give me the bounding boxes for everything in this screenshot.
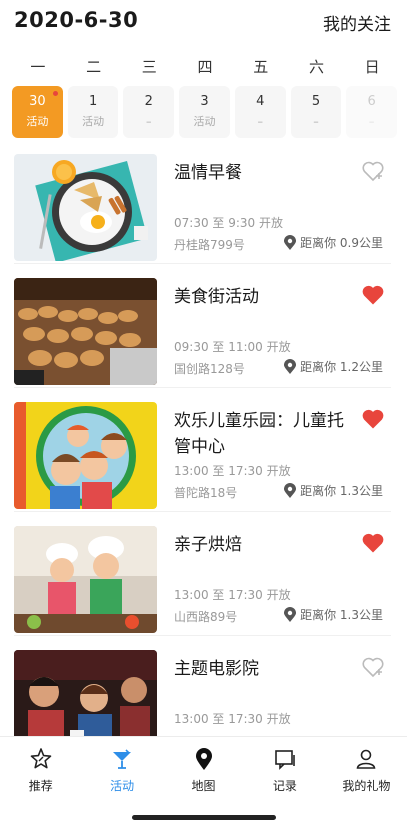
day-selector: 30 活动 1 活动 2 – 3 活动 4 – 5 – 6 – [12,86,398,138]
tab-label: 活动 [110,779,135,793]
tab-my-gifts[interactable]: 我的礼物 [326,737,407,829]
day-cell[interactable]: 5 – [290,86,342,138]
day-status: 活动 [26,115,49,128]
activity-title: 温情早餐 [174,163,242,183]
activity-address: 丹桂路799号 [174,238,245,252]
my-follow-link[interactable]: 我的关注 [323,10,391,35]
tab-label: 我的礼物 [342,779,391,793]
day-number: 1 [88,94,98,109]
activity-title: 亲子烘焙 [174,535,242,555]
activity-address: 普陀路18号 [174,486,238,500]
day-cell-selected[interactable]: 30 活动 [12,86,63,138]
map-pin-icon [195,748,212,770]
day-number: 5 [311,94,321,109]
distance-text: 距离你 1.3公里 [300,608,383,622]
favorite-filled-icon[interactable] [361,284,385,306]
activity-title: 美食街活动 [174,287,259,307]
weekday-label: 一 [30,58,46,76]
notification-dot [52,91,58,96]
open-hours: 09:30 至 11:00 开放 [174,340,291,354]
weekday-label: 四 [197,58,213,76]
open-hours: 13:00 至 17:30 开放 [174,712,291,726]
day-status: – [368,115,375,128]
day-cell[interactable]: 3 活动 [179,86,230,138]
distance-text: 距离你 1.3公里 [300,484,383,498]
favorite-filled-icon[interactable] [361,532,385,554]
user-icon [356,749,376,769]
top-header: 2020-6-30 我的关注 [0,0,407,44]
baking-photo [14,526,157,633]
distance: 距离你 0.9公里 [284,234,383,251]
day-status: – [146,115,152,128]
day-status: 活动 [82,115,105,128]
location-pin-icon [284,359,297,374]
activity-card[interactable]: 亲子烘焙 13:00 至 17:30 开放 山西路89号 距离你 1.3公里 [14,526,391,636]
food-street-photo [14,278,157,385]
day-cell[interactable]: 6 – [346,86,398,138]
favorite-outline-icon[interactable] [361,656,385,678]
distance-text: 距离你 0.9公里 [300,236,383,250]
cocktail-icon [113,749,132,769]
tab-recommend[interactable]: 推荐 [0,737,81,829]
favorite-outline-icon[interactable] [361,160,385,182]
chat-record-icon [275,750,295,770]
activity-address: 山西路89号 [174,610,238,624]
activity-card[interactable]: 美食街活动 09:30 至 11:00 开放 国创路128号 距离你 1.2公里 [14,278,391,388]
weekday-header: 一 二 三 四 五 六 日 [10,56,400,76]
activity-list: 温情早餐 07:30 至 9:30 开放 丹桂路799号 距离你 0.9公里 美… [14,154,391,774]
star-badge-icon [30,748,52,769]
activity-address: 国创路128号 [174,362,245,376]
open-hours: 07:30 至 9:30 开放 [174,216,283,230]
tab-label: 记录 [272,779,297,793]
weekday-label: 六 [308,58,324,76]
open-hours: 13:00 至 17:30 开放 [174,464,291,478]
day-number: 3 [200,94,209,109]
weekday-label: 五 [253,58,269,76]
weekday-label: 三 [141,58,157,76]
day-number: 6 [367,94,376,109]
current-date: 2020-6-30 [14,8,139,32]
location-pin-icon [284,607,297,622]
activity-card[interactable]: 欢乐儿童乐园：儿童托管中心 13:00 至 17:30 开放 普陀路18号 距离… [14,402,391,512]
activity-title: 欢乐儿童乐园：儿童托管中心 [174,411,344,457]
day-status: 活动 [193,115,216,128]
weekday-label: 二 [86,58,102,76]
day-cell[interactable]: 4 – [234,86,286,138]
day-cell[interactable]: 2 – [123,86,175,138]
kids-park-photo [14,402,157,509]
activity-title: 主题电影院 [174,659,259,679]
day-status: – [313,115,319,128]
breakfast-photo [14,154,157,261]
distance-text: 距离你 1.2公里 [300,360,383,374]
activity-card[interactable]: 温情早餐 07:30 至 9:30 开放 丹桂路799号 距离你 0.9公里 [14,154,391,264]
distance: 距离你 1.3公里 [284,606,383,623]
weekday-label: 日 [364,58,380,76]
location-pin-icon [284,235,297,250]
distance: 距离你 1.3公里 [284,482,383,499]
distance: 距离你 1.2公里 [284,358,383,375]
day-number: 2 [144,94,153,109]
day-number: 4 [256,94,265,109]
day-cell[interactable]: 1 活动 [67,86,119,138]
home-indicator[interactable] [132,815,276,820]
favorite-filled-icon[interactable] [361,408,385,430]
day-number: 30 [29,94,46,109]
day-status: – [257,115,263,128]
open-hours: 13:00 至 17:30 开放 [174,588,291,602]
tab-label: 推荐 [28,779,53,793]
location-pin-icon [284,483,297,498]
tab-label: 地图 [191,779,216,793]
